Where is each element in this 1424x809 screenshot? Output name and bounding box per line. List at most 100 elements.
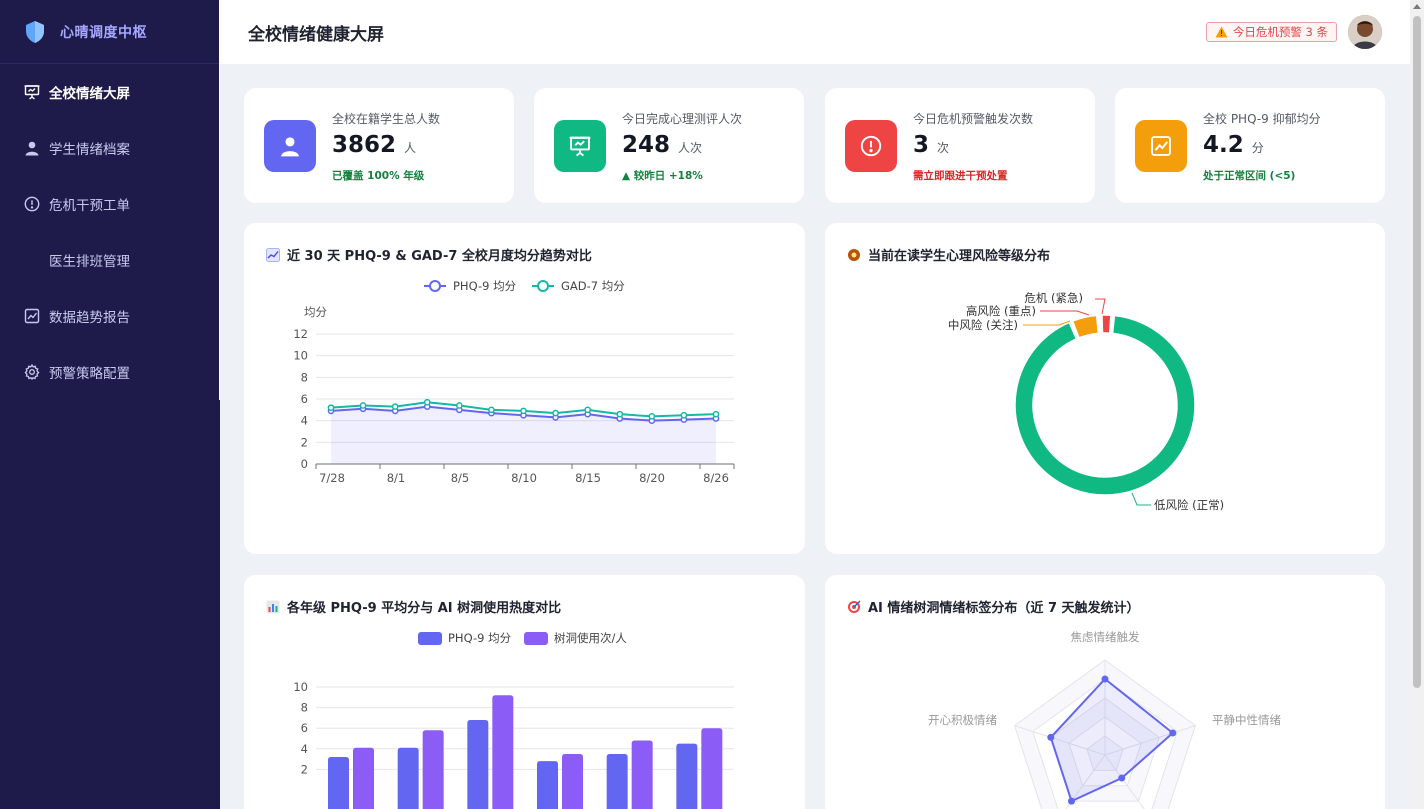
- bar-2-2: [422, 730, 444, 809]
- sidebar-item-label: 医生排班管理: [49, 254, 130, 270]
- alert-circle-icon: [24, 196, 40, 212]
- data-point: [520, 407, 527, 415]
- legend-swatch: [524, 632, 548, 645]
- grade-bar-panel: 各年级 PHQ-9 平均分与 AI 树洞使用热度对比 PHQ-9 均分 树洞使用次…: [244, 575, 805, 809]
- sidebar: 心晴调度中枢 全校情绪大屏学生情绪档案 危机干预工单 医生排班管理 数据趋势报告 预警策…: [0, 0, 220, 809]
- stat-label: 全校 PHQ-9 抑郁均分: [1203, 112, 1321, 126]
- sidebar-item-label: 数据趋势报告: [49, 310, 130, 326]
- legend-label: GAD-7 均分: [561, 279, 625, 293]
- trend-line-chart: PHQ-9 均分 GAD-7 均分均分 0 2 4 6 8 10 12 7/28 8/1 8/5 8/1…: [293, 279, 735, 485]
- sidebar-item-5[interactable]: 数据趋势报告: [0, 288, 220, 344]
- x-tick-label: 8/20: [639, 471, 665, 485]
- stat-unit: 人: [404, 141, 417, 155]
- stat-note: 需立即跟进干预处置: [913, 170, 1008, 182]
- data-point: [680, 411, 688, 419]
- legend-marker: [429, 280, 441, 292]
- stat-note: 处于正常区间 (<5): [1203, 170, 1296, 182]
- sidebar-item-label: 学生情绪档案: [49, 142, 130, 158]
- legend-label: 树洞使用次/人: [554, 631, 627, 645]
- data-point: [552, 409, 559, 417]
- stat-value: 3: [913, 132, 930, 158]
- emotion-radar-panel: AI 情绪树洞情绪标签分布（近 7 天触发统计） 焦虑情绪触发 平静中性情绪 开心积…: [825, 575, 1385, 809]
- bar-1-2: [353, 747, 374, 809]
- stat-note: ▲ 较昨日 +18%: [622, 170, 703, 182]
- bar-2-1: [397, 747, 419, 809]
- radar-data-point: [1118, 774, 1126, 782]
- stat-unit: 分: [1251, 141, 1264, 155]
- scroll-thumb[interactable]: [1413, 16, 1421, 688]
- donut-slice-label: 中风险 (关注): [948, 318, 1018, 332]
- stat-note: 已覆盖 100% 年级: [332, 170, 425, 182]
- y-tick-label: 12: [293, 327, 308, 341]
- donut-slice-label: 低风险 (正常): [1154, 498, 1224, 512]
- x-tick-label: 8/10: [511, 471, 537, 485]
- x-tick-label: 8/15: [575, 471, 601, 485]
- bar-4-1: [537, 761, 558, 809]
- data-point: [616, 410, 624, 418]
- radar-indicator-label: 焦虑情绪触发: [1071, 630, 1140, 644]
- presentation-icon: [554, 120, 606, 172]
- y-tick-label: 0: [301, 457, 308, 471]
- bar-5-2: [631, 740, 653, 809]
- emotion-radar-chart: 焦虑情绪触发平静中性情绪 开心积极情绪: [928, 630, 1281, 809]
- page-scrollbar[interactable]: [1410, 0, 1424, 809]
- stat-value: 248: [622, 132, 671, 158]
- sidebar-item-label: 预警策略配置: [49, 366, 130, 382]
- radar-data-point: [1101, 675, 1109, 683]
- bar-5-1: [606, 753, 628, 809]
- y-axis-label: 均分: [304, 305, 327, 319]
- avatar-portrait-icon: [1348, 15, 1382, 49]
- risk-donut-chart: 低风险 (正常) 中风险 (关注)高风险 (重点)危机 (紧急): [948, 291, 1224, 512]
- y-tick-label: 4: [301, 742, 308, 756]
- donut-leader-line: [1023, 320, 1071, 326]
- donut-leader-line: [1040, 310, 1090, 316]
- data-point: [712, 410, 720, 418]
- crisis-alert-badge[interactable]: 今日危机预警 3 条: [1205, 22, 1337, 42]
- sidebar-item-1[interactable]: 全校情绪大屏: [0, 64, 220, 120]
- data-point: [359, 402, 367, 409]
- radar-indicator-label: 平静中性情绪: [1212, 713, 1281, 727]
- grade-bar-chart: PHQ-9 均分 树洞使用次/人 2 4 6 8 10: [293, 631, 734, 809]
- bar-6-2: [701, 728, 723, 809]
- y-tick-label: 8: [301, 370, 308, 384]
- top-header: 全校情绪健康大屏 今日危机预警 3 条: [220, 0, 1410, 64]
- y-tick-label: 4: [301, 414, 308, 428]
- stat-label: 全校在籍学生总人数: [332, 112, 441, 126]
- brand-name: 心晴调度中枢: [60, 24, 147, 41]
- stat-value-row: 3次: [913, 132, 949, 158]
- scroll-up-arrow-icon[interactable]: [1413, 4, 1421, 9]
- sidebar-item-2[interactable]: 学生情绪档案: [0, 120, 220, 176]
- donut-slice-label: 高风险 (重点): [966, 304, 1036, 318]
- warning-icon: [1215, 26, 1228, 38]
- stat-card-4: 全校 PHQ-9 抑郁均分 4.2 分处于正常区间 (<5): [1115, 88, 1385, 203]
- donut-slice-1: [1014, 314, 1196, 496]
- donut-slice-label: 危机 (紧急): [1024, 291, 1083, 305]
- y-tick-label: 8: [301, 701, 308, 715]
- stat-unit: 人次: [678, 141, 703, 155]
- sidebar-item-3[interactable]: 危机干预工单: [0, 176, 220, 232]
- user-icon: [264, 120, 316, 172]
- legend-item-2: 树洞使用次/人: [524, 631, 627, 645]
- y-tick-label: 2: [301, 762, 308, 776]
- stat-card-1: 全校在籍学生总人数 3862 人已覆盖 100% 年级: [244, 88, 514, 203]
- legend-marker: [537, 280, 549, 292]
- data-point: [584, 406, 592, 414]
- user-avatar[interactable]: [1348, 15, 1382, 49]
- sidebar-item-4[interactable]: 医生排班管理: [0, 232, 220, 288]
- stat-unit: 次: [937, 141, 950, 155]
- radar-data-point: [1169, 729, 1177, 737]
- stat-value-row: 3862 人: [332, 132, 416, 158]
- stat-card-2: 今日完成心理测评人次 248 人次 ▲ 较昨日 +18%: [534, 88, 804, 203]
- x-tick-label: 8/5: [451, 471, 470, 485]
- sidebar-item-6[interactable]: 预警策略配置: [0, 344, 220, 400]
- y-tick-label: 6: [301, 392, 308, 406]
- y-tick-label: 10: [293, 349, 308, 363]
- brand: 心晴调度中枢: [0, 0, 220, 64]
- donut-slice-2: [1071, 314, 1100, 339]
- donut-leader-line: [1095, 298, 1106, 315]
- x-tick-label: 8/26: [703, 471, 729, 485]
- sidebar-item-label: 危机干预工单: [49, 198, 130, 214]
- data-point: [327, 404, 335, 412]
- bar-4-2: [562, 753, 583, 809]
- radar-indicator-label: 开心积极情绪: [928, 713, 997, 727]
